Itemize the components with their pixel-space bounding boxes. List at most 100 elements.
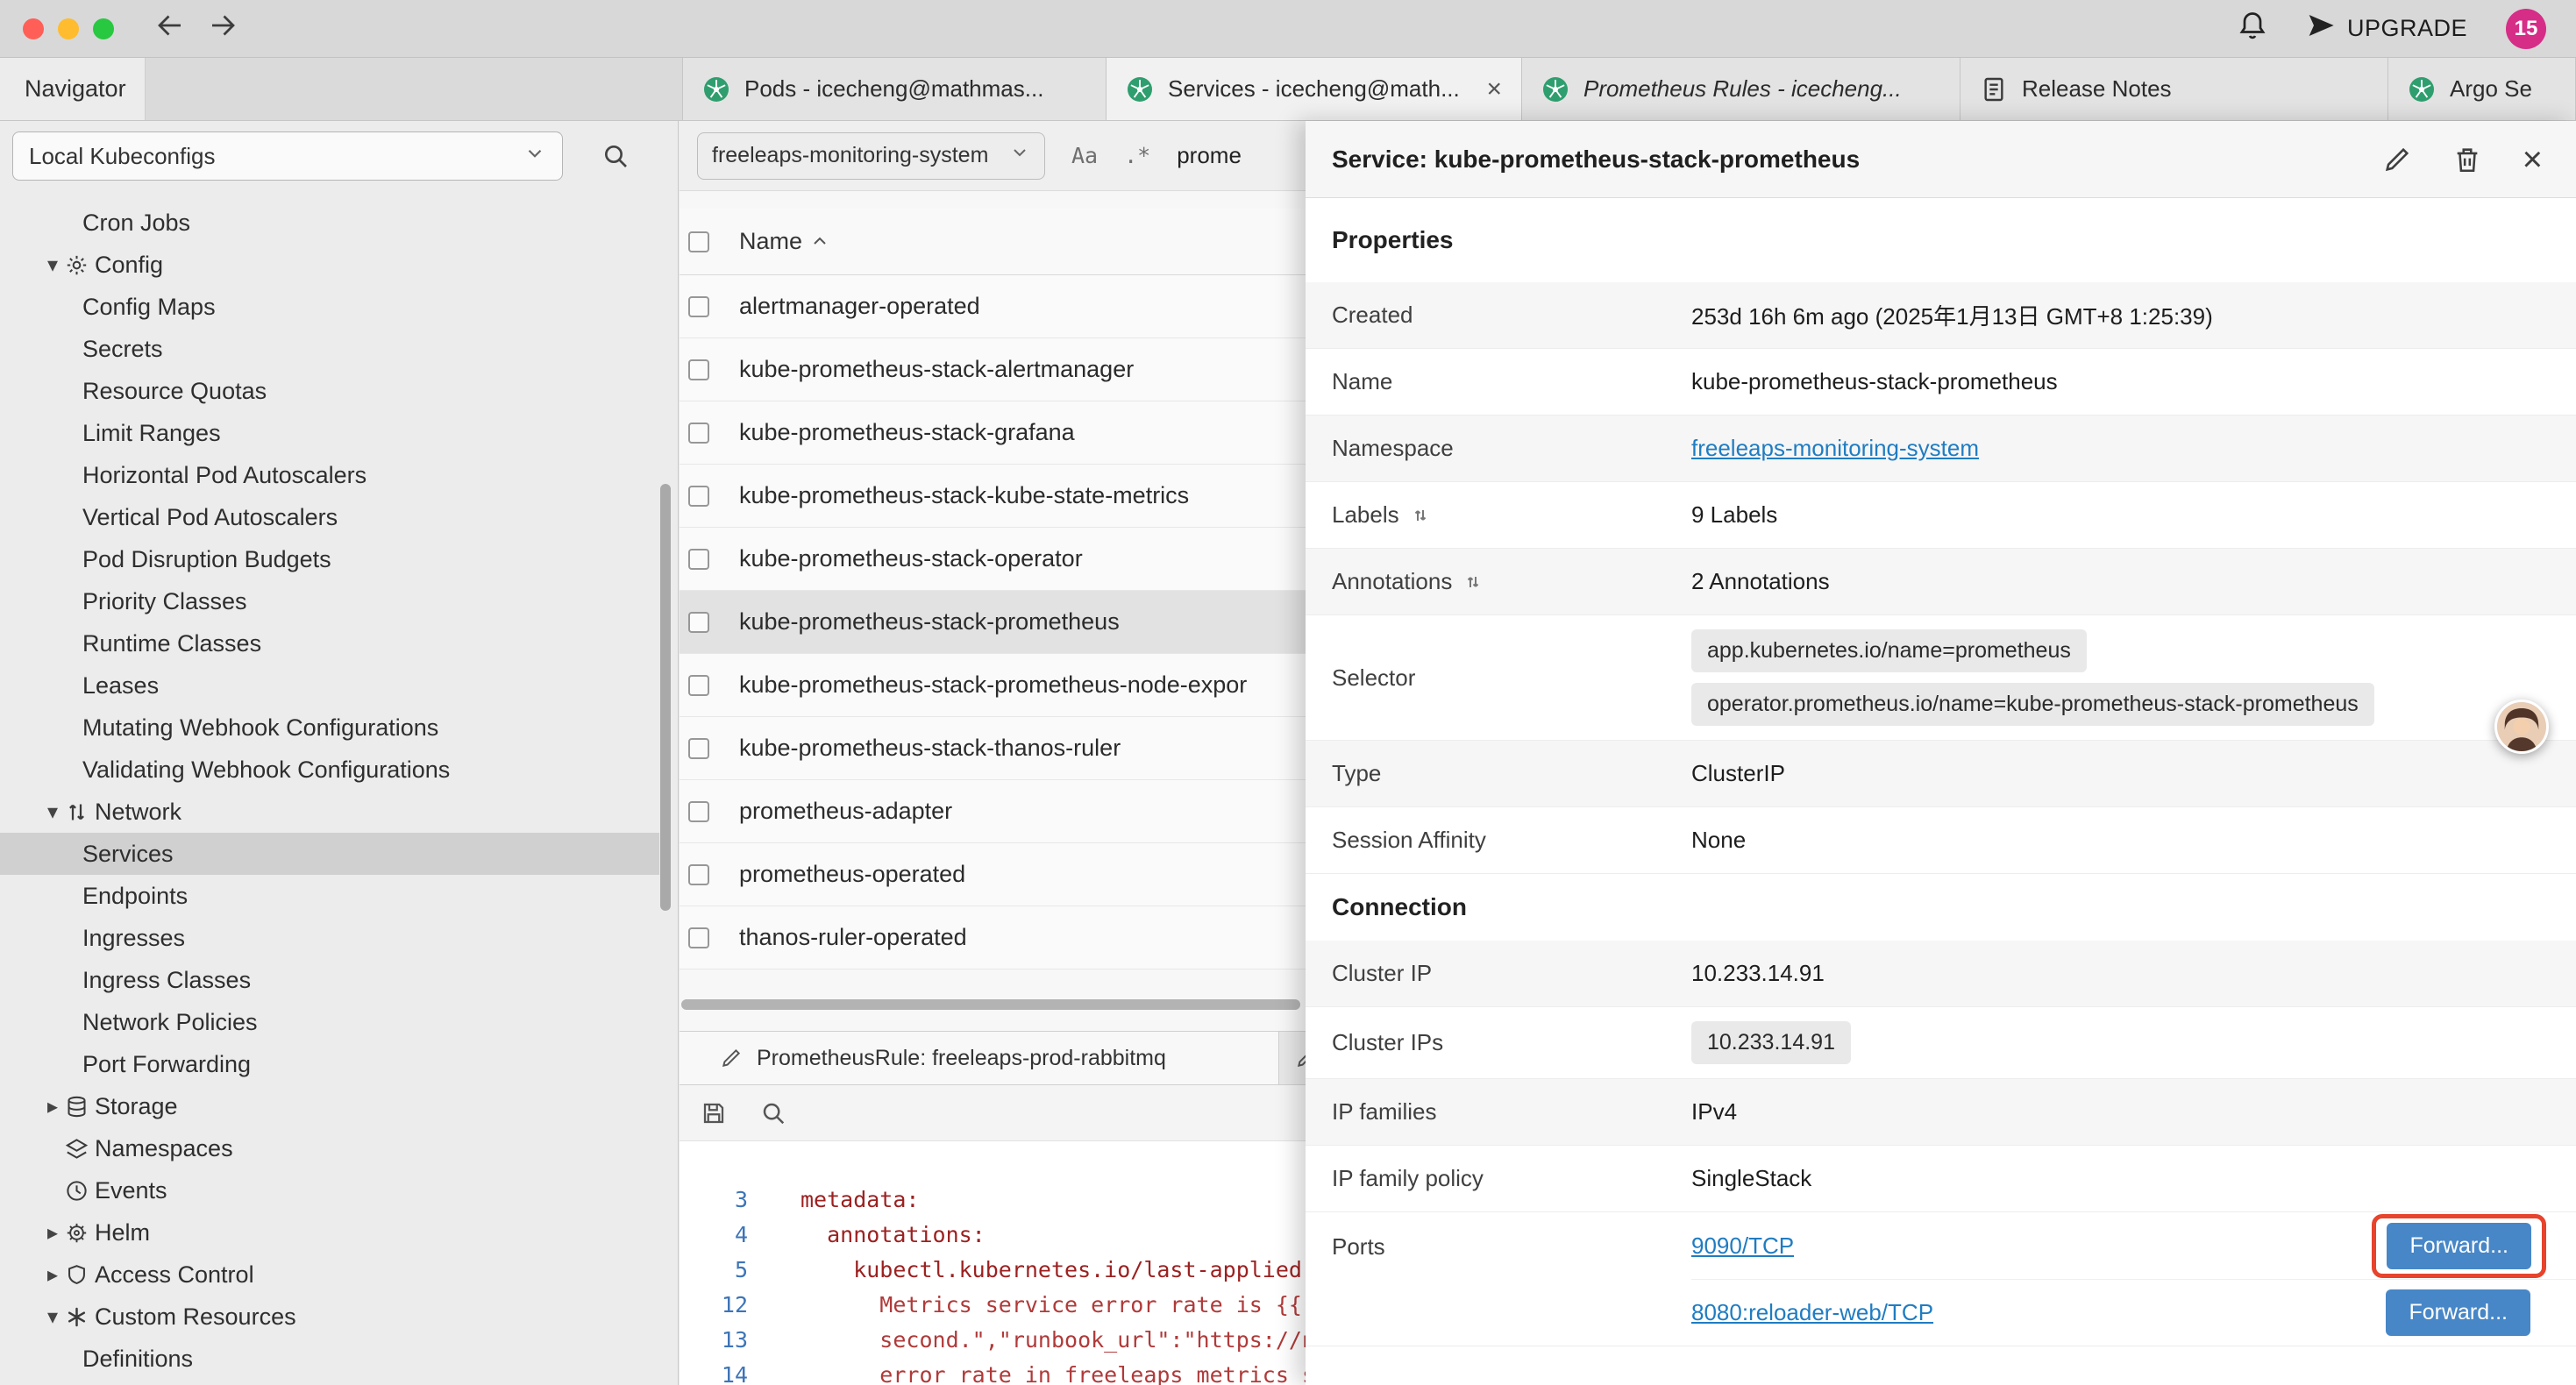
table-row-kube-prometheus-stack-prometheus[interactable]: kube-prometheus-stack-prometheus [680,591,1306,654]
sidebar-item-pod-disruption-budgets[interactable]: Pod Disruption Budgets [0,538,659,580]
kubeconfig-selector[interactable]: Local Kubeconfigs [12,131,563,181]
service-table-body: alertmanager-operatedkube-prometheus-sta… [680,275,1306,970]
sidebar-item-ingress-classes[interactable]: Ingress Classes [0,959,659,1001]
minimize-window-button[interactable] [58,18,79,39]
annotation-highlight: Forward... [2372,1214,2546,1278]
sidebar-item-ingresses[interactable]: Ingresses [0,917,659,959]
avatar[interactable] [2494,700,2549,754]
namespace-link[interactable]: freeleaps-monitoring-system [1691,435,1979,461]
table-row-kube-prometheus-stack-alertmanager[interactable]: kube-prometheus-stack-alertmanager [680,338,1306,401]
sidebar-item-services[interactable]: Services [0,833,659,875]
port-link[interactable]: 8080:reloader-web/TCP [1691,1299,1933,1326]
notification-count-badge[interactable]: 15 [2506,9,2546,49]
sidebar-item-events[interactable]: ▸Events [0,1169,659,1211]
sidebar-item-definitions[interactable]: Definitions [0,1338,659,1380]
sidebar-item-config[interactable]: ▾Config [0,244,659,286]
table-row-prometheus-adapter[interactable]: prometheus-adapter [680,780,1306,843]
sidebar-item-horizontal-pod-autoscalers[interactable]: Horizontal Pod Autoscalers [0,454,659,496]
sidebar-item-network[interactable]: ▾Network [0,791,659,833]
sidebar-item-custom-resources[interactable]: ▾Custom Resources [0,1296,659,1338]
tab-services-icecheng-math[interactable]: Services - icecheng@math...× [1107,58,1522,120]
chevron-down-icon[interactable]: ▾ [40,799,65,824]
close-window-button[interactable] [23,18,44,39]
row-checkbox[interactable] [688,675,709,696]
sidebar-item-mutating-webhook-configurations[interactable]: Mutating Webhook Configurations [0,707,659,749]
editor-search-icon[interactable] [760,1100,786,1126]
table-row-kube-prometheus-stack-grafana[interactable]: kube-prometheus-stack-grafana [680,401,1306,465]
sidebar-item-vertical-pod-autoscalers[interactable]: Vertical Pod Autoscalers [0,496,659,538]
table-row-prometheus-operated[interactable]: prometheus-operated [680,843,1306,906]
sidebar-item-port-forwarding[interactable]: Port Forwarding [0,1043,659,1085]
sidebar-item-access-control[interactable]: ▸Access Control [0,1254,659,1296]
chevron-right-icon[interactable]: ▸ [40,1220,65,1245]
sidebar-item-storage[interactable]: ▸Storage [0,1085,659,1127]
namespace-selector[interactable]: freeleaps-monitoring-system [697,132,1045,180]
tab-release-notes[interactable]: Release Notes [1960,58,2388,120]
sidebar-item-label: Horizontal Pod Autoscalers [82,462,366,489]
close-drawer-icon[interactable]: × [2523,142,2543,177]
row-checkbox[interactable] [688,296,709,317]
save-icon[interactable] [701,1100,727,1126]
search-input[interactable]: prome [1177,142,1242,169]
tab-pods-icecheng-mathmas[interactable]: Pods - icecheng@mathmas... [682,58,1107,120]
match-case-toggle[interactable]: Aa [1071,143,1098,168]
row-checkbox[interactable] [688,486,709,507]
upgrade-button[interactable]: UPGRADE [2307,11,2467,46]
table-row-kube-prometheus-stack-operator[interactable]: kube-prometheus-stack-operator [680,528,1306,591]
dock-tab-prometheusrule[interactable]: PrometheusRule: freeleaps-prod-rabbitmq [680,1032,1279,1084]
sidebar-search-icon[interactable] [601,142,630,170]
column-header-name[interactable]: Name [739,228,830,255]
forward-button[interactable]: Forward... [2387,1223,2531,1269]
sidebar-item-secrets[interactable]: Secrets [0,328,659,370]
table-row-alertmanager-operated[interactable]: alertmanager-operated [680,275,1306,338]
chevron-right-icon[interactable]: ▸ [40,1262,65,1287]
delete-trash-icon[interactable] [2452,145,2482,174]
row-checkbox[interactable] [688,549,709,570]
sidebar-item-resource-quotas[interactable]: Resource Quotas [0,370,659,412]
notifications-bell-icon[interactable] [2237,10,2268,47]
regex-toggle[interactable]: .* [1124,143,1150,168]
table-row-kube-prometheus-stack-thanos-ruler[interactable]: kube-prometheus-stack-thanos-ruler [680,717,1306,780]
sidebar-scrollbar[interactable] [660,484,671,911]
sidebar-item-leases[interactable]: Leases [0,664,659,707]
service-name: kube-prometheus-stack-operator [739,545,1083,572]
sidebar-item-priority-classes[interactable]: Priority Classes [0,580,659,622]
row-checkbox[interactable] [688,927,709,948]
row-checkbox[interactable] [688,612,709,633]
forward-button[interactable] [207,10,238,47]
row-checkbox[interactable] [688,801,709,822]
horizontal-scrollbar[interactable] [681,999,1300,1010]
sidebar-item-validating-webhook-configurations[interactable]: Validating Webhook Configurations [0,749,659,791]
chevron-down-icon[interactable]: ▾ [40,1304,65,1329]
tab-argo-se[interactable]: Argo Se [2388,58,2576,120]
close-tab-icon[interactable]: × [1476,75,1502,104]
sidebar-item-network-policies[interactable]: Network Policies [0,1001,659,1043]
edit-pencil-icon[interactable] [2382,145,2412,174]
table-row-thanos-ruler-operated[interactable]: thanos-ruler-operated [680,906,1306,970]
dock-tab-partial[interactable] [1279,1032,1306,1084]
row-checkbox[interactable] [688,738,709,759]
table-row-kube-prometheus-stack-kube-state-metrics[interactable]: kube-prometheus-stack-kube-state-metrics [680,465,1306,528]
sort-toggle-icon[interactable] [1410,505,1431,526]
row-checkbox[interactable] [688,864,709,885]
sidebar-item-cron-jobs[interactable]: Cron Jobs [0,202,659,244]
zoom-window-button[interactable] [93,18,114,39]
select-all-checkbox[interactable] [688,231,709,252]
yaml-editor[interactable]: 3metadata:4 annotations:5 kubectl.kubern… [680,1141,1306,1385]
sort-toggle-icon[interactable] [1462,572,1484,593]
sidebar-item-namespaces[interactable]: ▸Namespaces [0,1127,659,1169]
chevron-right-icon[interactable]: ▸ [40,1094,65,1119]
row-checkbox[interactable] [688,359,709,380]
sidebar-item-helm[interactable]: ▸Helm [0,1211,659,1254]
sidebar-item-endpoints[interactable]: Endpoints [0,875,659,917]
sidebar-item-limit-ranges[interactable]: Limit Ranges [0,412,659,454]
port-link[interactable]: 9090/TCP [1691,1232,1794,1260]
row-checkbox[interactable] [688,423,709,444]
tab-prometheus-rules-icecheng[interactable]: Prometheus Rules - icecheng... [1522,58,1960,120]
sidebar-item-config-maps[interactable]: Config Maps [0,286,659,328]
sidebar-item-runtime-classes[interactable]: Runtime Classes [0,622,659,664]
forward-button[interactable]: Forward... [2386,1289,2530,1336]
chevron-down-icon[interactable]: ▾ [40,252,65,277]
back-button[interactable] [154,10,186,47]
table-row-kube-prometheus-stack-prometheus-node-expor[interactable]: kube-prometheus-stack-prometheus-node-ex… [680,654,1306,717]
